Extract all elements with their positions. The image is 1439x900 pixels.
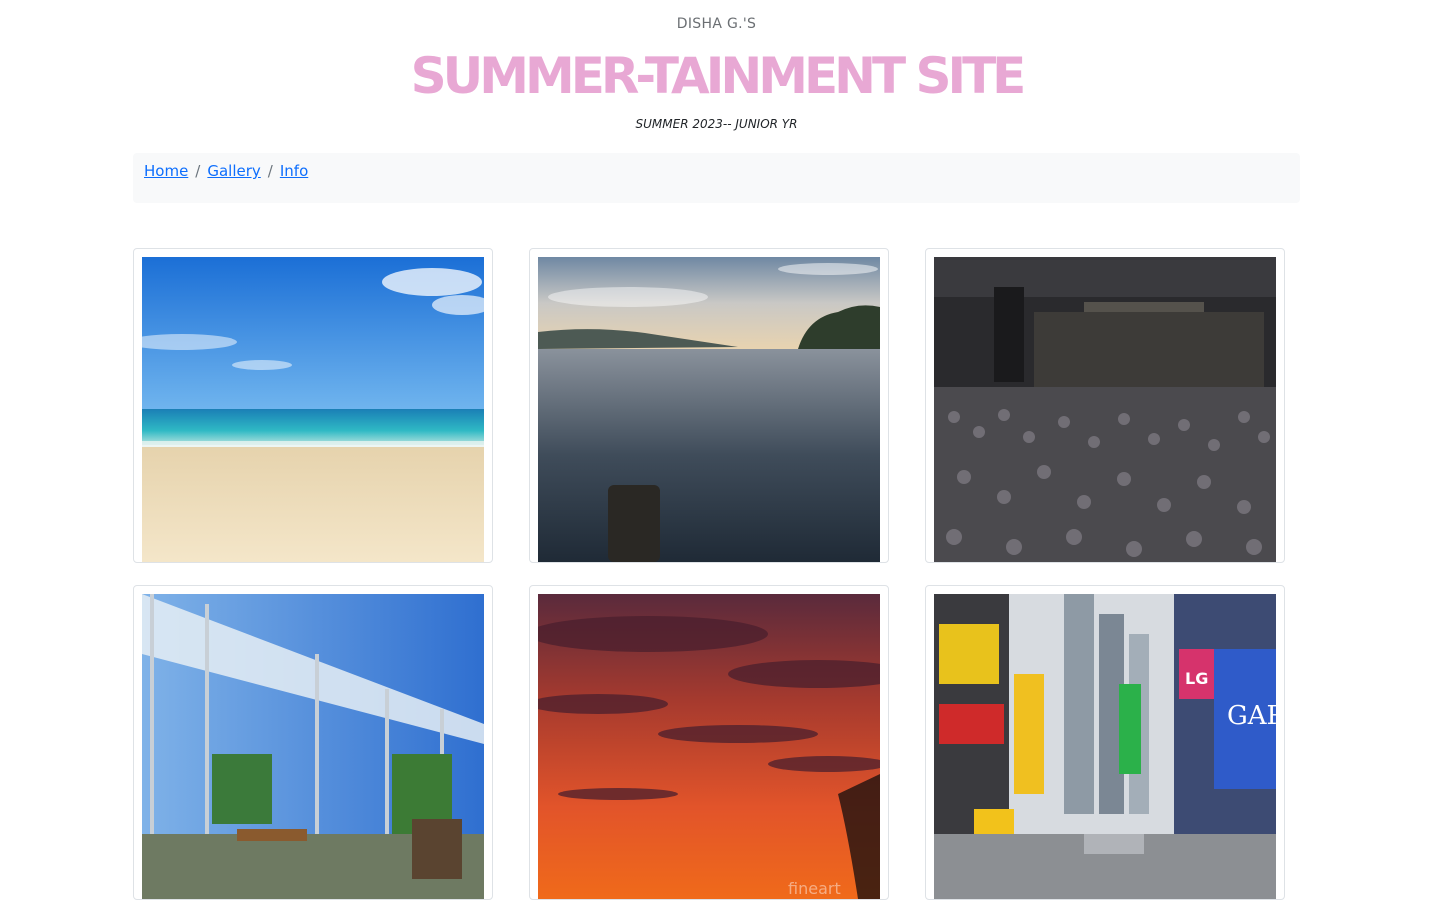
gallery-card-beach: [133, 248, 493, 563]
breadcrumb-separator: /: [195, 162, 201, 180]
greenhouse-photo: [142, 594, 484, 899]
sunset-photo: fineart: [538, 594, 880, 899]
breadcrumb-home-link[interactable]: Home: [144, 162, 188, 180]
breadcrumb: Home / Gallery / Info: [133, 153, 1300, 203]
breadcrumb-separator: /: [267, 162, 273, 180]
lake-photo: [538, 257, 880, 562]
concert-photo: [934, 257, 1276, 562]
site-title: SUMMER-TAINMENT SITE: [410, 47, 1027, 105]
lg-sign: LG: [1185, 669, 1208, 688]
times-square-photo: GAP LG: [934, 594, 1276, 899]
breadcrumb-info-link[interactable]: Info: [280, 162, 308, 180]
gallery-card-lake: [529, 248, 889, 563]
site-subtitle: SUMMER 2023-- JUNIOR YR: [635, 117, 798, 131]
gallery-card-sunset: fineart: [529, 585, 889, 900]
gallery-card-concert: [925, 248, 1285, 563]
gallery-card-greenhouse: [133, 585, 493, 900]
fineart-watermark: fineart: [788, 879, 841, 898]
gallery-card-times-square: GAP LG: [925, 585, 1285, 900]
site-owner: DISHA G.'S: [676, 16, 757, 32]
beach-photo: [142, 257, 484, 562]
gap-sign: GAP: [1227, 701, 1276, 731]
breadcrumb-gallery-link[interactable]: Gallery: [207, 162, 260, 180]
